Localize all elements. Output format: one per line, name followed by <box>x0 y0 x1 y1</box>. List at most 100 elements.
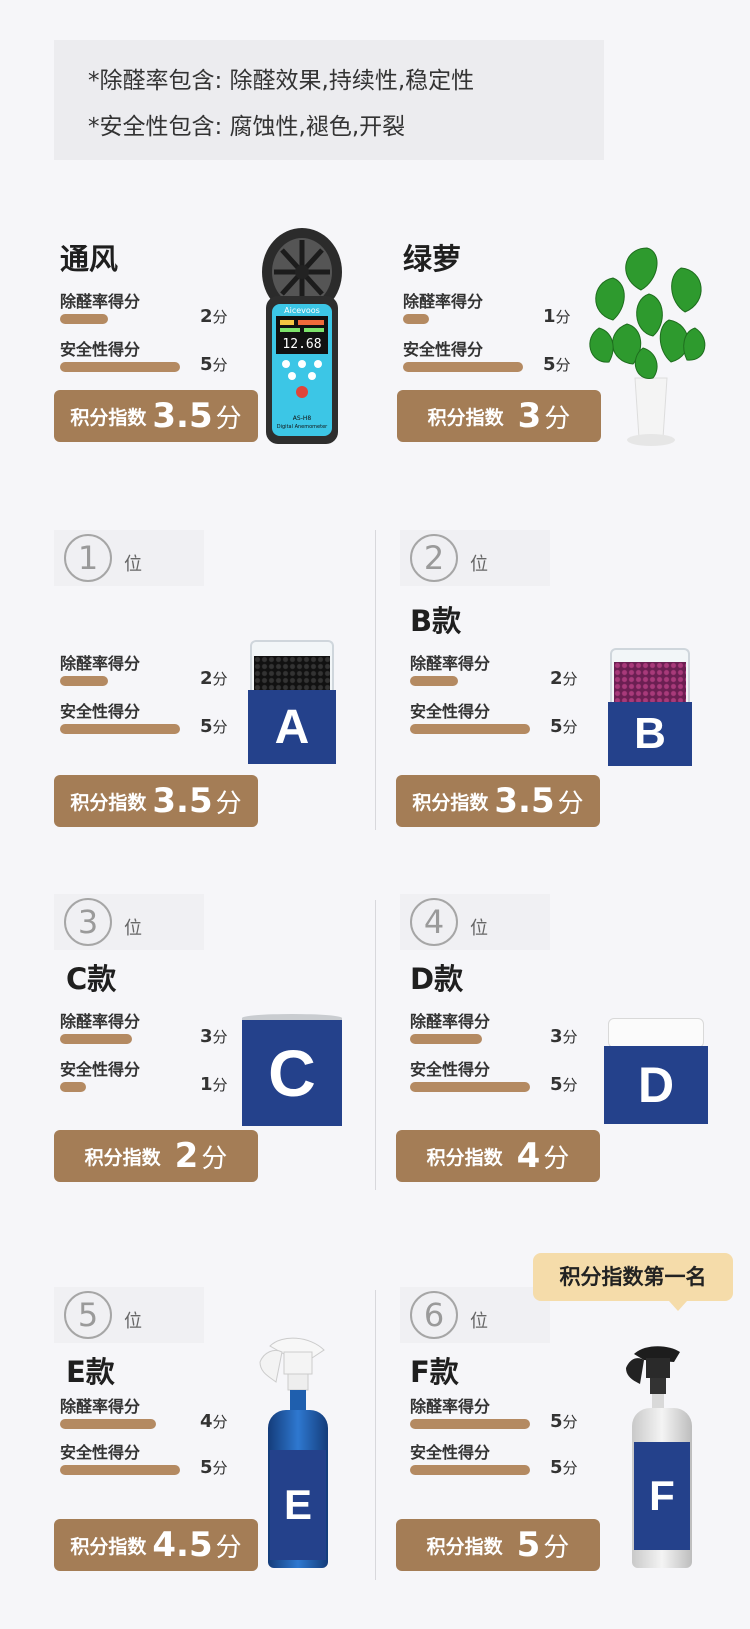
removal-label: 除醛率得分 <box>60 1397 141 1416</box>
product-letter: F <box>634 1442 690 1550</box>
removal-bar <box>410 1419 530 1429</box>
meter-brand: Aicevoos <box>284 306 320 315</box>
safety-bar <box>60 362 180 372</box>
card-title: 绿萝 <box>403 242 462 276</box>
note-safety: *安全性包含: 腐蚀性,褪色,开裂 <box>88 114 406 140</box>
safety-label: 安全性得分 <box>403 340 484 359</box>
rank-badge: 2 位 <box>400 530 550 586</box>
removal-bar <box>60 1034 132 1044</box>
removal-bar <box>60 676 108 686</box>
removal-score: 5分 <box>550 1411 578 1432</box>
safety-label: 安全性得分 <box>410 1060 491 1079</box>
safety-label: 安全性得分 <box>410 1443 491 1462</box>
removal-score: 4分 <box>200 1411 228 1432</box>
safety-score: 5分 <box>200 1457 228 1478</box>
safety-score: 5分 <box>543 354 571 375</box>
removal-label: 除醛率得分 <box>403 292 484 311</box>
rank-suffix: 位 <box>124 918 142 939</box>
product-c-image: C <box>242 1014 342 1126</box>
removal-bar <box>60 1419 156 1429</box>
index-box: 积分指数 3.5 分 <box>54 775 258 827</box>
card-product-b: 2 位 B款 除醛率得分 2分 安全性得分 5分 积分指数 3.5 分 <box>396 530 744 827</box>
product-f-bottle-image: F <box>620 1342 704 1570</box>
rank-number: 5 <box>64 1291 112 1339</box>
card-title: E款 <box>66 1355 115 1389</box>
card-title: D款 <box>410 962 464 996</box>
removal-bar <box>410 1034 482 1044</box>
anemometer-image: 12.68 Aicevoos AS-H8 Digital Anemometer <box>258 224 346 450</box>
rank-suffix: 位 <box>470 1311 488 1332</box>
card-title: F款 <box>410 1355 459 1389</box>
index-box: 积分指数 4 分 <box>396 1130 600 1182</box>
rank-number: 4 <box>410 898 458 946</box>
removal-bar <box>60 314 108 324</box>
removal-score: 2分 <box>200 668 228 689</box>
index-box: 积分指数 3.5 分 <box>54 390 258 442</box>
removal-label: 除醛率得分 <box>410 1397 491 1416</box>
rank-badge: 4 位 <box>400 894 550 950</box>
pothos-plant-image <box>583 228 711 452</box>
safety-score: 1分 <box>200 1074 228 1095</box>
rank-number: 6 <box>410 1291 458 1339</box>
index-box: 积分指数 3 分 <box>397 390 601 442</box>
rank-number: 3 <box>64 898 112 946</box>
meter-caption: Digital Anemometer <box>277 424 328 430</box>
index-box: 积分指数 4.5 分 <box>54 1519 258 1571</box>
safety-bar <box>403 362 523 372</box>
card-product-a: 1 位 除醛率得分 2分 安全性得分 5分 积分指数 3.5 分 <box>54 530 394 827</box>
safety-score: 5分 <box>550 716 578 737</box>
safety-score: 5分 <box>550 1457 578 1478</box>
removal-score: 3分 <box>550 1026 578 1047</box>
product-b-image: B <box>608 648 692 766</box>
safety-score: 5分 <box>550 1074 578 1095</box>
product-letter: A <box>248 690 336 764</box>
safety-bar <box>410 1082 530 1092</box>
removal-label: 除醛率得分 <box>60 292 141 311</box>
removal-score: 2分 <box>200 306 228 327</box>
safety-label: 安全性得分 <box>60 1060 141 1079</box>
card-title: B款 <box>410 604 462 638</box>
safety-bar <box>60 1465 180 1475</box>
rank-suffix: 位 <box>470 554 488 575</box>
index-box: 积分指数 3.5 分 <box>396 775 600 827</box>
criteria-note: *除醛率包含: 除醛效果,持续性,稳定性 *安全性包含: 腐蚀性,褪色,开裂 <box>54 40 604 160</box>
rank-suffix: 位 <box>124 1311 142 1332</box>
safety-label: 安全性得分 <box>60 1443 141 1462</box>
safety-score: 5分 <box>200 354 228 375</box>
rank-badge: 6 位 <box>400 1287 550 1343</box>
card-title: 通风 <box>60 242 119 276</box>
product-letter: D <box>604 1046 708 1124</box>
removal-bar <box>410 676 458 686</box>
removal-label: 除醛率得分 <box>60 1012 141 1031</box>
meter-model: AS-H8 <box>293 415 312 422</box>
rank-badge: 1 位 <box>54 530 204 586</box>
top-rank-badge: 积分指数第一名 <box>533 1253 733 1311</box>
removal-score: 1分 <box>543 306 571 327</box>
meter-reading: 12.68 <box>282 337 321 352</box>
product-a-image: A <box>248 640 336 766</box>
safety-label: 安全性得分 <box>410 702 491 721</box>
product-letter: E <box>270 1450 326 1560</box>
card-title: C款 <box>66 962 117 996</box>
rank-number: 2 <box>410 534 458 582</box>
rank-suffix: 位 <box>124 554 142 575</box>
removal-bar <box>403 314 429 324</box>
index-box: 积分指数 2 分 <box>54 1130 258 1182</box>
safety-bar <box>60 724 180 734</box>
rank-number: 1 <box>64 534 112 582</box>
product-letter: B <box>608 702 692 766</box>
card-product-e: 5 位 E款 除醛率得分 4分 安全性得分 5分 积分指数 4.5 分 <box>54 1287 394 1571</box>
product-e-bottle-image: E <box>252 1332 340 1570</box>
rank-badge: 3 位 <box>54 894 204 950</box>
safety-bar <box>410 724 530 734</box>
card-product-c: 3 位 C款 除醛率得分 3分 安全性得分 1分 积分指数 2 分 <box>54 894 394 1182</box>
safety-bar <box>410 1465 530 1475</box>
safety-label: 安全性得分 <box>60 702 141 721</box>
safety-score: 5分 <box>200 716 228 737</box>
removal-label: 除醛率得分 <box>410 654 491 673</box>
safety-bar <box>60 1082 86 1092</box>
removal-label: 除醛率得分 <box>410 1012 491 1031</box>
note-removal: *除醛率包含: 除醛效果,持续性,稳定性 <box>88 68 475 94</box>
product-d-image: D <box>604 1018 708 1124</box>
removal-label: 除醛率得分 <box>60 654 141 673</box>
